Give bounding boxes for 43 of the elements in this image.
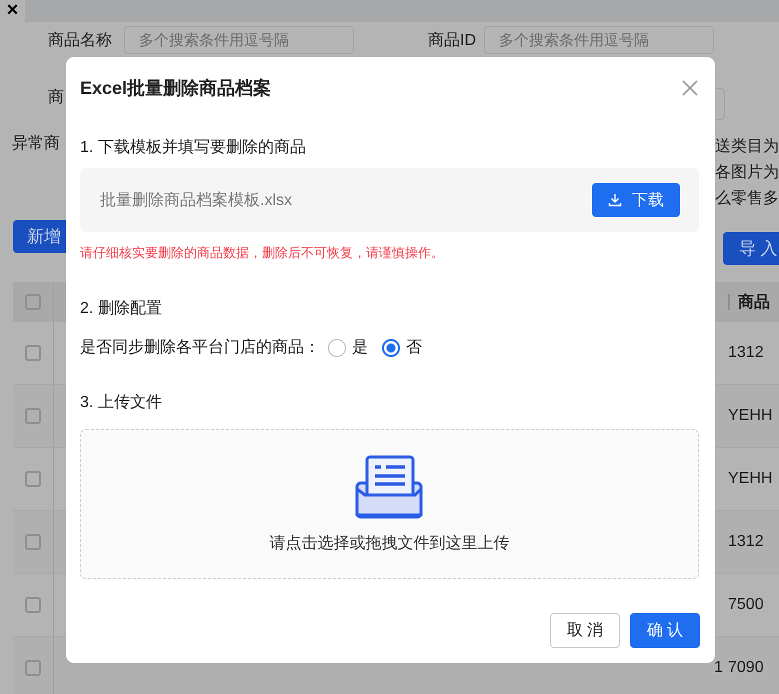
section-heading: 1. 下载模板并填写要删除的商品 xyxy=(80,138,307,158)
filter-label: 商品ID xyxy=(428,30,476,50)
table-cell: 7500 xyxy=(728,596,764,614)
checkbox[interactable] xyxy=(25,597,41,613)
radio-option[interactable]: 是 xyxy=(328,337,368,358)
checkbox[interactable] xyxy=(25,408,41,424)
notice-text: 各图片为 xyxy=(715,162,779,183)
add-button[interactable]: 新增 xyxy=(13,220,66,253)
envelope-icon xyxy=(354,454,424,518)
filter-label: 商品名称 xyxy=(48,30,112,50)
notice-text: 异常商 xyxy=(12,134,61,154)
table-cell: YEHH xyxy=(728,407,772,425)
import-button[interactable]: 导 入 xyxy=(723,232,779,265)
checkbox[interactable] xyxy=(25,294,41,310)
notice-text: 么零售多 xyxy=(715,189,779,209)
file-name: 批量删除商品档案模板.xlsx xyxy=(100,190,292,210)
checkbox[interactable] xyxy=(25,660,41,676)
warning-text: 请仔细核实要删除的商品数据，删除后不可恢复，请谨慎操作。 xyxy=(80,244,445,262)
filter-label: 商 xyxy=(48,88,65,108)
search-field[interactable]: 多个搜索条件用逗号隔 xyxy=(124,26,354,54)
radio-option[interactable]: 否 xyxy=(382,337,422,358)
checkbox[interactable] xyxy=(25,534,41,550)
upload-hint: 请点击选择或拖拽文件到这里上传 xyxy=(270,534,510,554)
table-cell: YEHH xyxy=(728,470,772,488)
close-icon[interactable] xyxy=(681,79,699,97)
section-heading: 2. 删除配置 xyxy=(80,299,163,319)
upload-area[interactable]: 请点击选择或拖拽文件到这里上传 xyxy=(80,429,699,579)
notice-text: 送类目为 xyxy=(715,136,779,157)
checkbox[interactable] xyxy=(25,471,41,487)
table-cell: 7090 xyxy=(728,659,764,677)
column-header: 商品 xyxy=(738,292,770,312)
dialog-title: Excel批量删除商品档案 xyxy=(80,77,272,100)
search-field[interactable]: 多个搜索条件用逗号隔 xyxy=(484,26,714,54)
cancel-button[interactable]: 取 消 xyxy=(550,613,620,648)
question-label: 是否同步删除各平台门店的商品： xyxy=(80,338,320,358)
table-cell: 1312 xyxy=(728,533,764,551)
checkbox[interactable] xyxy=(25,345,41,361)
table-cell: 1312 xyxy=(728,344,764,362)
section-heading: 3. 上传文件 xyxy=(80,392,163,413)
download-icon xyxy=(608,193,622,207)
confirm-button[interactable]: 确 认 xyxy=(630,613,700,648)
table-cell: 1 xyxy=(714,659,723,676)
download-button[interactable]: 下载 xyxy=(592,183,680,217)
